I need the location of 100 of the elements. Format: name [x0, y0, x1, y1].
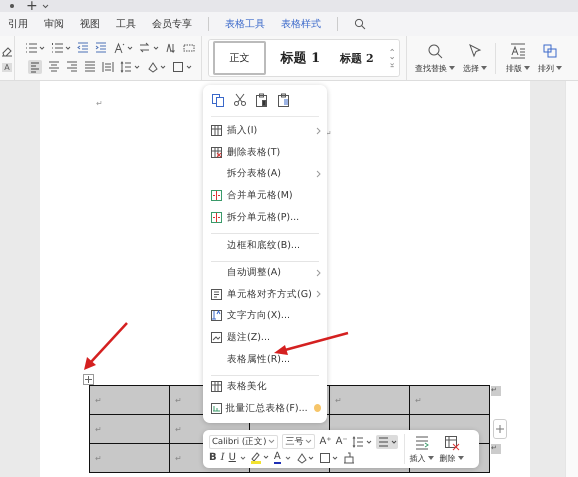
shrink-font-button[interactable]: A⁻	[336, 436, 348, 447]
delete-button[interactable]: 删除	[440, 434, 464, 464]
menu-item[interactable]: 题注(Z)...	[203, 326, 327, 348]
menu-tab[interactable]: 会员专享	[152, 17, 192, 31]
text-direction-icon	[211, 310, 222, 322]
font-dropdown[interactable]: Calibri (正文)	[209, 434, 278, 448]
align-button[interactable]	[376, 434, 398, 448]
table-beautify-icon	[211, 381, 222, 392]
table-move-handle[interactable]	[83, 374, 94, 385]
menu-tab[interactable]: 引用	[8, 17, 28, 31]
menu-item[interactable]: 插入(I)	[203, 120, 327, 142]
decrease-indent-icon[interactable]	[77, 42, 89, 54]
chevron-down-icon	[268, 439, 276, 444]
shading-icon[interactable]	[294, 452, 315, 464]
delete-label: 删除	[440, 452, 456, 464]
style-preset[interactable]: 标题 1	[276, 45, 326, 71]
line-spacing-icon[interactable]	[120, 61, 140, 73]
bold-button[interactable]: B	[209, 452, 217, 463]
menu-item[interactable]: 删除表格(T)	[203, 142, 327, 163]
tool-label: 排列	[538, 62, 554, 74]
table-cell: ↵	[89, 443, 170, 473]
split-cells-icon	[211, 212, 222, 223]
shading-icon[interactable]	[146, 61, 166, 73]
align-center-icon[interactable]	[48, 61, 60, 73]
line-spacing-icon[interactable]	[352, 436, 372, 448]
table-cell: ↵	[329, 385, 410, 415]
menu-tab[interactable]: 表格工具	[225, 17, 265, 31]
align-right-icon[interactable]	[66, 61, 78, 73]
menu-tab[interactable]: 审阅	[44, 17, 64, 31]
bullet-list-icon[interactable]	[25, 42, 45, 54]
show-marks-icon[interactable]	[183, 42, 195, 54]
table-insert-icon	[211, 125, 222, 136]
menu-tab[interactable]: 工具	[116, 17, 136, 31]
italic-button[interactable]: I	[220, 452, 225, 463]
add-column-button[interactable]	[493, 419, 507, 439]
menu-item[interactable]: 自动调整(A)	[203, 262, 327, 284]
increase-indent-icon[interactable]	[95, 42, 107, 54]
cell-align-icon	[211, 288, 222, 300]
caption-icon	[211, 332, 222, 343]
menu-tab[interactable]: 表格样式	[281, 17, 321, 31]
paste-icon[interactable]	[255, 93, 269, 107]
new-tab-button[interactable]: +	[26, 0, 38, 12]
font-size-dropdown[interactable]: 三号	[282, 434, 316, 449]
search-icon[interactable]	[354, 18, 366, 30]
character-shading-button[interactable]: A	[2, 62, 12, 72]
tab-dot-icon	[10, 4, 14, 8]
caret-icon[interactable]	[240, 456, 246, 460]
cut-icon[interactable]	[233, 93, 247, 107]
delete-table-icon	[444, 434, 460, 450]
summary-table-icon	[211, 402, 222, 414]
menu-item[interactable]: 拆分表格(A)	[203, 163, 327, 184]
menu-item[interactable]: 文字方向(X)...	[203, 305, 327, 326]
menu-tab[interactable]: 视图	[80, 17, 100, 31]
caret-icon[interactable]	[284, 456, 291, 460]
chevron-down-icon	[305, 439, 312, 444]
table-cell: ↵	[409, 385, 490, 415]
ribbon-tool-button[interactable]: 排列	[538, 42, 562, 74]
grow-font-button[interactable]: A⁺	[319, 436, 332, 447]
table-cell: ↵	[89, 385, 170, 415]
copy-icon[interactable]	[211, 93, 225, 107]
table-cell: ↵	[89, 414, 170, 444]
caret-icon	[481, 66, 487, 70]
menu-item[interactable]: 单元格对齐方式(G)	[203, 284, 327, 305]
style-preset[interactable]: 标题 2	[335, 46, 379, 70]
border-icon[interactable]	[172, 61, 192, 73]
plus-icon	[496, 425, 504, 433]
scrollbar[interactable]	[565, 81, 578, 477]
font-color-button[interactable]: A	[274, 451, 281, 464]
search-icon	[427, 42, 443, 58]
eraser-icon[interactable]	[1, 44, 13, 56]
typesetting-icon	[510, 42, 526, 58]
premium-badge-icon	[314, 404, 321, 412]
ribbon-tool-button[interactable]: 查找替换	[415, 42, 455, 74]
character-scale-icon[interactable]	[113, 42, 133, 54]
style-preset[interactable]: 正文	[213, 41, 266, 75]
table-delete-icon	[211, 146, 222, 158]
paste-text-icon[interactable]	[277, 93, 291, 107]
pointer-icon	[467, 42, 483, 58]
border-icon[interactable]	[318, 452, 339, 464]
numbered-list-icon[interactable]	[51, 42, 71, 54]
clear-format-icon[interactable]	[342, 452, 355, 464]
chevron-down-icon[interactable]	[42, 4, 49, 8]
align-left-button[interactable]	[28, 60, 42, 74]
tool-label: 选择	[463, 62, 479, 74]
justify-icon[interactable]	[84, 61, 96, 73]
insert-button[interactable]: 插入	[410, 434, 434, 464]
insert-label: 插入	[410, 452, 426, 464]
menu-item[interactable]: 合并单元格(M)	[203, 184, 327, 206]
distributed-align-icon[interactable]	[102, 61, 114, 73]
insert-row-icon	[414, 434, 430, 450]
ribbon-tool-button[interactable]: 选择	[463, 42, 487, 74]
text-sort-icon[interactable]	[165, 42, 177, 54]
ribbon-tool-button[interactable]: 排版	[495, 42, 530, 74]
caret-icon	[524, 66, 530, 70]
underline-button[interactable]: U	[228, 452, 236, 463]
tool-label: 查找替换	[415, 62, 447, 74]
annotation-arrow	[84, 322, 128, 370]
highlighter-icon[interactable]	[250, 451, 270, 464]
sort-icon[interactable]	[139, 42, 159, 54]
font-size: 三号	[285, 436, 304, 448]
